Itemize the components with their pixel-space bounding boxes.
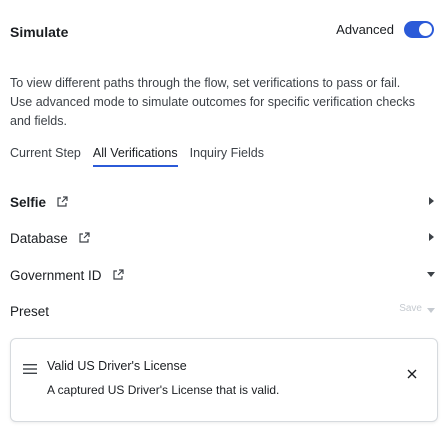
verification-row-selfie[interactable]: Selfie — [10, 191, 436, 213]
preset-label: Preset — [10, 303, 50, 319]
row-label: Selfie — [10, 194, 47, 210]
tab-inquiry-fields[interactable]: Inquiry Fields — [190, 145, 264, 167]
advanced-toggle-group[interactable]: Advanced — [336, 21, 434, 38]
description-text: To view different paths through the flow… — [10, 76, 416, 128]
toggle-knob — [419, 23, 432, 36]
verification-row-database[interactable]: Database — [10, 227, 436, 249]
tab-current-step[interactable]: Current Step — [10, 145, 81, 167]
tab-bar: Current Step All Verifications Inquiry F… — [10, 145, 276, 167]
external-link-icon[interactable] — [56, 196, 68, 208]
caret-right-icon[interactable] — [426, 196, 436, 206]
external-link-icon[interactable] — [78, 232, 90, 244]
option-subtitle: A captured US Driver's License that is v… — [47, 383, 280, 397]
advanced-toggle[interactable] — [404, 21, 434, 38]
save-button[interactable]: Save — [399, 303, 422, 314]
page-title: Simulate — [10, 24, 69, 40]
preset-dropdown-option[interactable]: Valid US Driver's License A captured US … — [10, 338, 438, 422]
caret-right-icon[interactable] — [426, 232, 436, 242]
option-title: Valid US Driver's License — [47, 359, 187, 373]
simulate-header: Simulate Advanced — [0, 0, 448, 62]
close-icon[interactable] — [407, 369, 417, 379]
list-icon — [23, 364, 37, 374]
external-link-icon[interactable] — [112, 269, 124, 281]
caret-down-icon[interactable] — [426, 305, 436, 315]
row-label: Government ID — [10, 267, 102, 283]
row-label: Database — [10, 230, 68, 246]
preset-row[interactable]: Preset Save — [10, 300, 436, 322]
caret-down-icon[interactable] — [426, 269, 436, 279]
verification-row-government-id[interactable]: Government ID — [10, 264, 436, 286]
tab-all-verifications[interactable]: All Verifications — [92, 145, 178, 167]
advanced-label: Advanced — [336, 22, 394, 37]
